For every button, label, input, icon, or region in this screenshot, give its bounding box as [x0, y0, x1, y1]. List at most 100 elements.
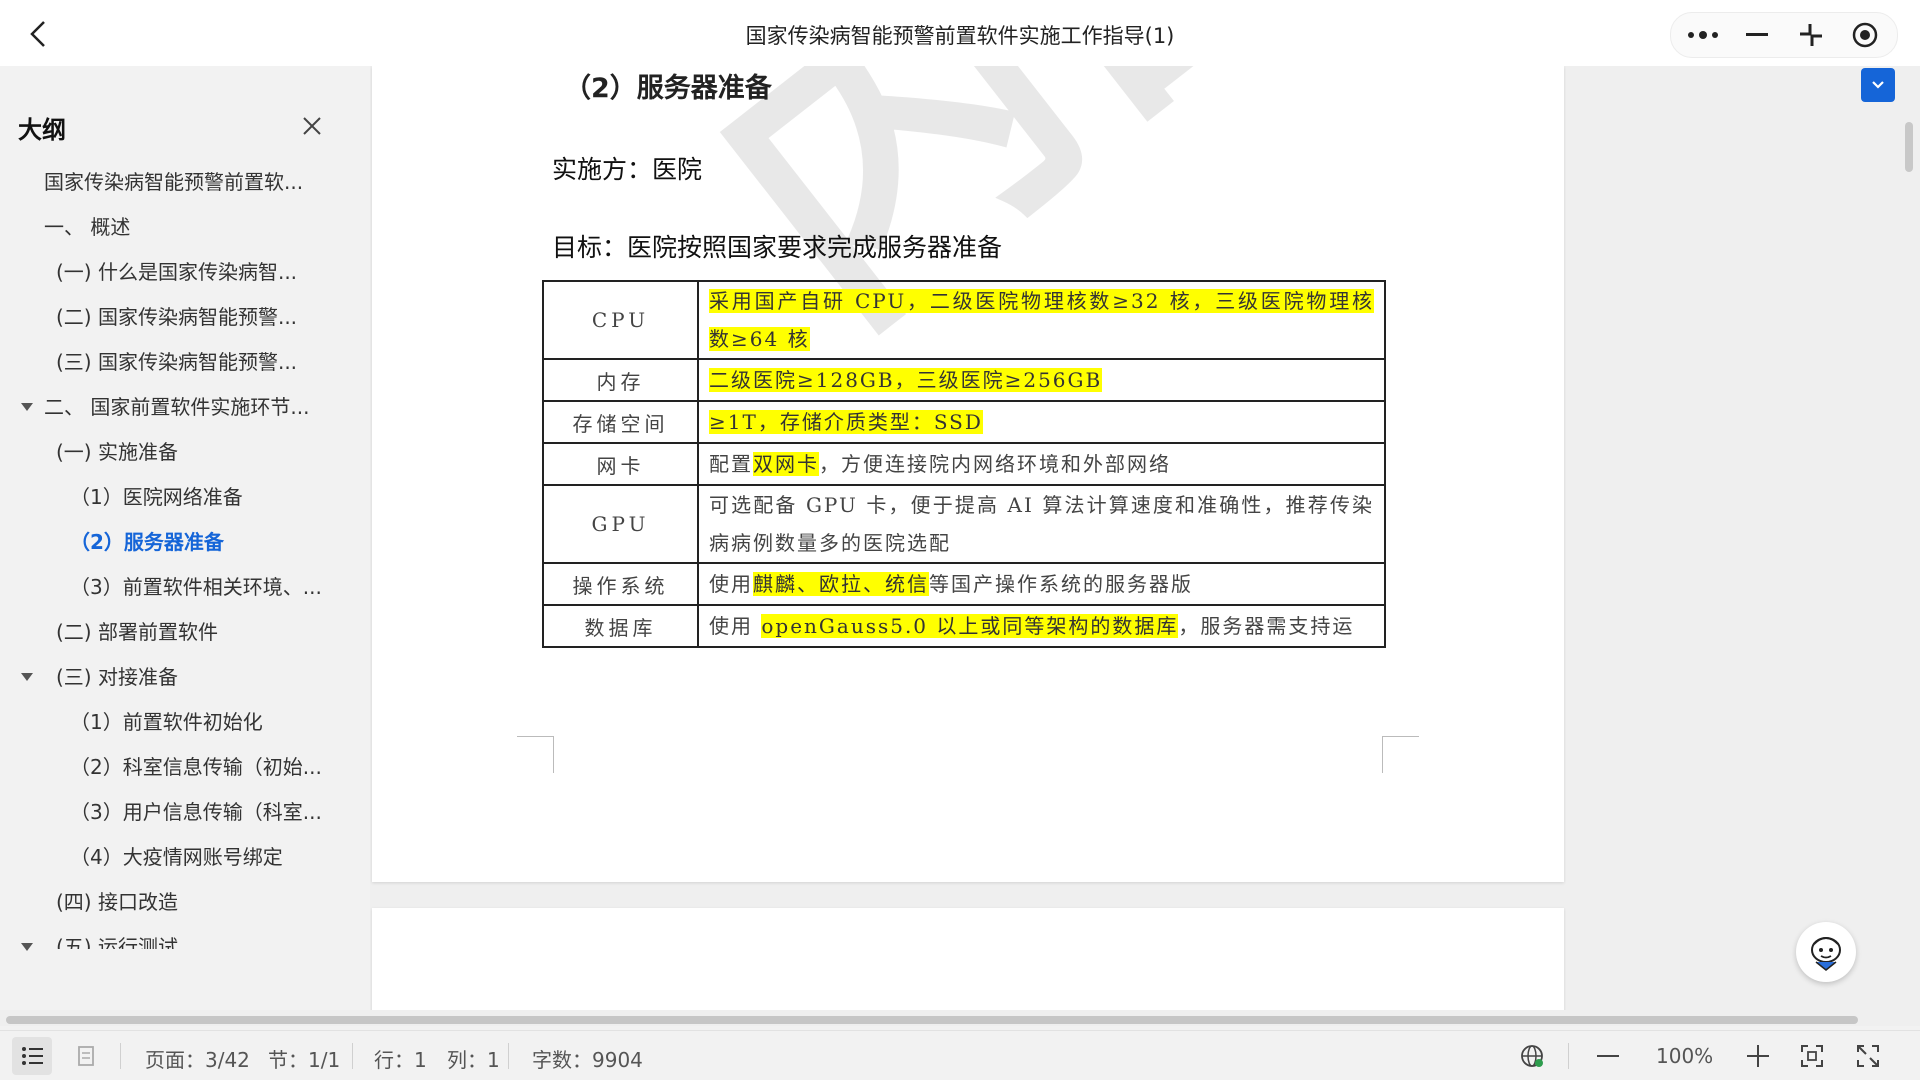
bookmark-button[interactable]	[66, 1037, 106, 1075]
outline-item[interactable]: 二、 国家前置软件实施环节...	[44, 387, 334, 427]
assistant-avatar-icon	[1811, 937, 1841, 971]
table-row: CPU 采用国产自研 CPU，二级医院物理核数≥32 核，三级医院物理核数≥64 …	[542, 280, 1386, 360]
record-button[interactable]	[1841, 15, 1889, 55]
caret-down-icon	[21, 403, 33, 411]
language-button[interactable]	[1512, 1037, 1552, 1075]
divider	[1568, 1043, 1569, 1069]
page-margin-corner	[1382, 736, 1419, 773]
next-page	[372, 908, 1564, 1010]
cell-text: ，服务器需支持运	[1178, 614, 1355, 638]
spec-key-cell: CPU	[542, 280, 699, 360]
caret-down-icon	[21, 943, 33, 951]
word-count[interactable]: 字数：9904	[532, 1044, 643, 1073]
collapse-caret[interactable]	[20, 940, 34, 954]
divider	[352, 1043, 353, 1069]
caret-down-icon	[21, 673, 33, 681]
minus-icon	[1597, 1055, 1619, 1057]
outline-item[interactable]: (二) 部署前置软件	[56, 612, 326, 652]
page-margin-corner	[517, 736, 554, 773]
outline-item[interactable]: (五) 运行测试	[56, 927, 326, 949]
highlighted-text: 二级医院≥128GB，三级医院≥256GB	[709, 368, 1103, 392]
table-row: 网卡 配置双网卡，方便连接院内网络环境和外部网络	[542, 442, 1386, 486]
cell-text: ，方便连接院内网络环境和外部网络	[819, 452, 1171, 476]
implementer-line: 实施方：医院	[552, 155, 703, 184]
vertical-scrollbar[interactable]	[1905, 122, 1913, 172]
title-bar: 国家传染病智能预警前置软件实施工作指导(1)	[0, 0, 1920, 67]
divider	[508, 1043, 509, 1069]
page-structure-icon	[78, 1046, 94, 1066]
status-bar: 页面：3/42 节：1/1 行：1 列：1 字数：9904 100%	[0, 1030, 1920, 1080]
page-nav-dropdown[interactable]	[1861, 68, 1895, 102]
outline-item[interactable]: (一) 实施准备	[56, 432, 326, 472]
fullscreen-button[interactable]	[1848, 1037, 1888, 1075]
plus-icon	[1747, 1045, 1769, 1067]
cell-text: 配置	[709, 452, 753, 476]
restore-button[interactable]	[1787, 15, 1835, 55]
more-icon	[1688, 31, 1718, 39]
outline-item[interactable]: (二) 国家传染病智能预警...	[56, 297, 326, 337]
right-rail	[1566, 66, 1920, 1010]
document-page: 内部 （2）服务器准备 实施方：医院 目标：医院按照国家要求完成服务器准备 CP…	[372, 66, 1564, 882]
outline-item[interactable]: （3）用户信息传输（科室...	[70, 792, 330, 832]
close-icon	[303, 117, 321, 135]
spec-value-cell: 采用国产自研 CPU，二级医院物理核数≥32 核，三级医院物理核数≥64 核	[697, 280, 1386, 360]
list-icon	[22, 1047, 43, 1065]
fit-page-button[interactable]	[1792, 1037, 1832, 1075]
section-indicator: 节：1/1	[268, 1048, 341, 1072]
outline-sidebar: 大纲 国家传染病智能预警前置软... 一、 概述 (一) 什么是国家传染病智..…	[0, 66, 370, 956]
zoom-out-button[interactable]	[1588, 1037, 1628, 1075]
outline-item[interactable]: (三) 对接准备	[56, 657, 326, 697]
spec-value-cell: 使用麒麟、欧拉、统信等国产操作系统的服务器版	[697, 562, 1386, 606]
outline-item[interactable]: （1）前置软件初始化	[70, 702, 330, 742]
minimize-icon	[1746, 33, 1768, 36]
outline-toggle-button[interactable]	[12, 1037, 52, 1075]
goal-line: 目标：医院按照国家要求完成服务器准备	[552, 233, 1003, 262]
highlighted-text: 双网卡	[753, 452, 819, 476]
outline-item[interactable]: (三) 国家传染病智能预警...	[56, 342, 326, 382]
ai-assistant-button[interactable]	[1796, 922, 1856, 982]
fit-screen-icon	[1801, 1045, 1823, 1067]
highlighted-text: ≥1T，存储介质类型：SSD	[709, 410, 983, 434]
outline-item[interactable]: 一、 概述	[44, 207, 344, 247]
collapse-caret[interactable]	[20, 670, 34, 684]
highlighted-text: 采用国产自研 CPU，二级医院物理核数≥32 核，三级医院物理核数≥64 核	[709, 289, 1374, 351]
outline-item-active[interactable]: （2）服务器准备	[70, 522, 330, 562]
table-row: GPU 可选配备 GPU 卡，便于提高 AI 算法计算速度和准确性，推荐传染病病例…	[542, 484, 1386, 564]
document-title: 国家传染病智能预警前置软件实施工作指导(1)	[745, 24, 1175, 48]
table-row: 操作系统 使用麒麟、欧拉、统信等国产操作系统的服务器版	[542, 562, 1386, 606]
table-row: 内存 二级医院≥128GB，三级医院≥256GB	[542, 358, 1386, 402]
page-indicator[interactable]: 页面：3/42	[145, 1044, 250, 1073]
outline-item[interactable]: （1）医院网络准备	[70, 477, 330, 517]
outline-item[interactable]: (一) 什么是国家传染病智...	[56, 252, 326, 292]
spec-key-cell: 网卡	[542, 442, 699, 486]
outline-item[interactable]: （3）前置软件相关环境、...	[70, 567, 330, 607]
window-controls	[1670, 12, 1898, 58]
table-row: 存储空间 ≥1T，存储介质类型：SSD	[542, 400, 1386, 444]
minimize-button[interactable]	[1733, 15, 1781, 55]
more-button[interactable]	[1679, 15, 1727, 55]
spec-key-cell: 内存	[542, 358, 699, 402]
outline-item[interactable]: （2）科室信息传输（初始...	[70, 747, 330, 787]
outline-item[interactable]: (四) 接口改造	[56, 882, 326, 922]
cell-text: 可选配备 GPU 卡，便于提高 AI 算法计算速度和准确性，推荐传染病病例数量多…	[709, 493, 1374, 555]
highlighted-text: 麒麟、欧拉、统信	[753, 572, 929, 596]
collapse-caret[interactable]	[20, 400, 34, 414]
close-sidebar-button[interactable]	[296, 110, 328, 142]
highlighted-text: openGauss5.0 以上或同等架构的数据库	[761, 614, 1179, 638]
expand-icon	[1857, 1045, 1879, 1067]
spec-value-cell: 使用 openGauss5.0 以上或同等架构的数据库，服务器需支持运	[697, 604, 1386, 648]
horizontal-scrollbar[interactable]	[6, 1016, 1858, 1024]
outline-item[interactable]: 国家传染病智能预警前置软...	[44, 162, 344, 202]
outline-item[interactable]: （4）大疫情网账号绑定	[70, 837, 330, 877]
column-indicator: 列：1	[447, 1048, 500, 1072]
spec-value-cell: 二级医院≥128GB，三级医院≥256GB	[697, 358, 1386, 402]
cell-text: 使用	[709, 614, 762, 638]
target-icon	[1852, 22, 1878, 48]
restore-icon	[1800, 24, 1822, 46]
cell-text: 等国产操作系统的服务器版	[929, 572, 1193, 596]
table-row: 数据库 使用 openGauss5.0 以上或同等架构的数据库，服务器需支持运	[542, 604, 1386, 648]
document-canvas[interactable]: 内部 （2）服务器准备 实施方：医院 目标：医院按照国家要求完成服务器准备 CP…	[370, 66, 1566, 1010]
zoom-in-button[interactable]	[1738, 1037, 1778, 1075]
zoom-level[interactable]: 100%	[1656, 1044, 1713, 1068]
server-spec-table: CPU 采用国产自研 CPU，二级医院物理核数≥32 核，三级医院物理核数≥64 …	[542, 280, 1386, 648]
